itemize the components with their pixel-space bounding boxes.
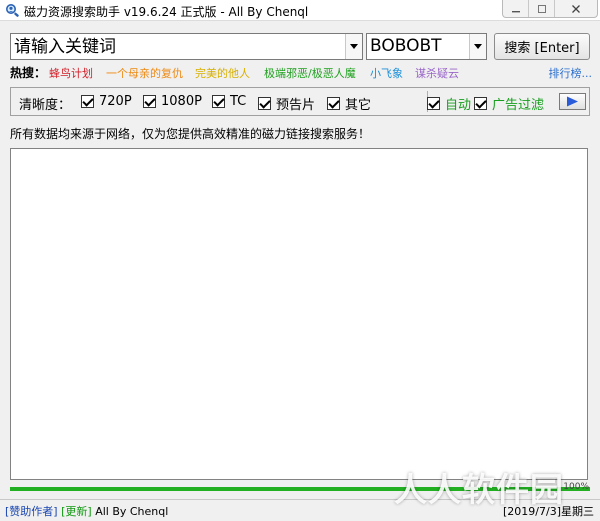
keyword-combo[interactable] [10, 33, 363, 60]
quality-label: 清晰度： [19, 98, 72, 113]
chevron-down-icon [350, 44, 358, 49]
close-button[interactable] [555, 0, 597, 17]
checkbox-other[interactable]: 其它 [327, 94, 371, 113]
checkbox-box[interactable] [81, 95, 94, 108]
quality-options: 清晰度： 720P 1080P TC 预告片 其它 自动 广告过滤 [10, 87, 590, 116]
hot-search-bar: 热搜： 蜂鸟计划 一个母亲的复仇 完美的他人 极端邪恶/极恶人魔 小飞象 谋杀疑… [10, 64, 592, 80]
hot-item[interactable]: 蜂鸟计划 [49, 65, 93, 81]
checkbox-box[interactable] [212, 95, 225, 108]
progress-label: 100% [563, 482, 589, 492]
checkbox-box[interactable] [258, 97, 271, 110]
checkbox-ad-filter[interactable]: 广告过滤 [474, 94, 544, 113]
close-icon [572, 5, 580, 13]
checkbox-label: TC [230, 94, 247, 109]
hot-item[interactable]: 一个母亲的复仇 [106, 65, 183, 81]
keyword-input[interactable] [11, 34, 345, 59]
window-title: 磁力资源搜索助手 v19.6.24 正式版 - All By Chenql [24, 5, 309, 19]
checkbox-1080p[interactable]: 1080P [143, 94, 202, 109]
chevron-down-icon [474, 44, 482, 49]
maximize-button[interactable] [529, 0, 555, 17]
hot-item[interactable]: 小飞象 [370, 65, 403, 81]
window-controls [502, 0, 598, 18]
magnifier-person-icon [6, 4, 19, 17]
minimize-icon [511, 11, 520, 13]
hot-item[interactable]: 完美的他人 [195, 65, 250, 81]
hot-item[interactable]: 谋杀疑云 [415, 65, 459, 81]
minimize-button[interactable] [503, 0, 529, 17]
checkbox-box[interactable] [143, 95, 156, 108]
author-text: All By Chenql [95, 505, 169, 518]
engine-dropdown-button[interactable] [469, 34, 486, 59]
checkbox-label: 1080P [161, 94, 202, 109]
checkbox-label: 自动 [445, 98, 472, 113]
checkbox-label: 广告过滤 [492, 98, 545, 113]
checkbox-auto[interactable]: 自动 [427, 94, 471, 113]
play-icon [567, 96, 578, 107]
checkbox-label: 其它 [345, 98, 372, 113]
checkbox-trailer[interactable]: 预告片 [258, 94, 315, 113]
update-link[interactable]: [更新] [61, 505, 92, 518]
hot-search-label: 热搜： [10, 66, 47, 80]
hot-item[interactable]: 极端邪恶/极恶人魔 [264, 65, 356, 81]
title-bar[interactable]: 磁力资源搜索助手 v19.6.24 正式版 - All By Chenql [0, 0, 600, 21]
engine-select[interactable]: BOBOBT [366, 33, 487, 60]
checkbox-box[interactable] [427, 97, 440, 110]
rank-link[interactable]: 排行榜... [549, 65, 593, 81]
checkbox-label: 720P [99, 94, 132, 109]
keyword-dropdown-button[interactable] [345, 34, 362, 59]
checkbox-720p[interactable]: 720P [81, 94, 132, 109]
maximize-icon [537, 5, 546, 13]
notice-text: 所有数据均来源于网络，仅为您提供高效精准的磁力链接搜索服务！ [10, 127, 371, 141]
results-list[interactable] [10, 148, 588, 480]
checkbox-box[interactable] [327, 97, 340, 110]
status-left: [赞助作者] [更新] All By Chenql [5, 503, 168, 519]
checkbox-label: 预告片 [276, 98, 316, 113]
play-button[interactable] [559, 93, 586, 110]
watermark-text: 人人软件园 [394, 470, 564, 509]
sponsor-link[interactable]: [赞助作者] [5, 505, 58, 518]
search-button[interactable]: 搜索 [Enter] [494, 33, 590, 60]
checkbox-tc[interactable]: TC [212, 94, 246, 109]
engine-value: BOBOBT [370, 36, 442, 56]
checkbox-box[interactable] [474, 97, 487, 110]
